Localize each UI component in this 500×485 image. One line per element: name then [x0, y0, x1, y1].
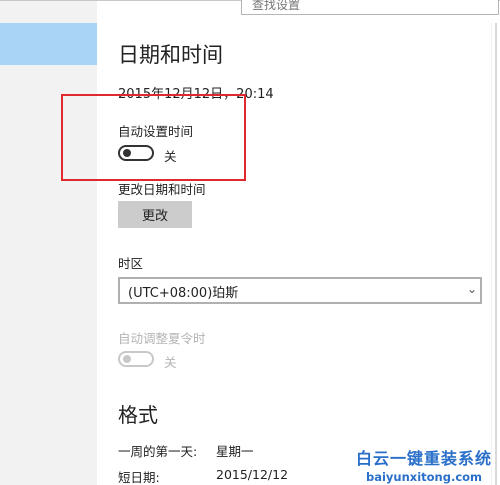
format-value: 星期一: [216, 444, 254, 459]
timezone-select[interactable]: (UTC+08:00)珀斯 ⌄: [118, 277, 482, 304]
watermark: 白云一键重装系统 baiyunxitong.com: [351, 445, 497, 484]
format-value: 2015/12/12: [216, 467, 289, 482]
highlight-box: [61, 94, 246, 181]
scrollbar-thumb[interactable]: [495, 23, 497, 485]
sidebar-item-date-time-selected[interactable]: [0, 23, 97, 65]
dst-toggle[interactable]: [118, 351, 154, 367]
page-title: 日期和时间: [118, 43, 223, 67]
watermark-text-en: baiyunxitong.com: [365, 470, 483, 484]
timezone-value: (UTC+08:00)珀斯: [128, 286, 239, 301]
format-key: 短日期:: [118, 470, 160, 485]
change-datetime-label: 更改日期和时间: [118, 182, 206, 197]
change-button[interactable]: 更改: [118, 201, 192, 228]
toggle-knob: [123, 355, 131, 363]
timezone-label: 时区: [118, 256, 144, 271]
dst-state: 关: [164, 355, 177, 370]
settings-window: 日期和时间 2015年12月12日，20:14 自动设置时间 关 更改日期和时间…: [0, 0, 500, 485]
watermark-text-cn: 白云一键重装系统: [355, 449, 492, 468]
sidebar: [0, 1, 97, 485]
format-key: 一周的第一天:: [118, 444, 198, 459]
search-input[interactable]: [242, 0, 498, 14]
format-section-title: 格式: [118, 403, 158, 427]
chevron-down-icon: ⌄: [466, 282, 477, 296]
scrollbar[interactable]: [491, 23, 500, 485]
dst-label: 自动调整夏令时: [118, 331, 206, 346]
search-box[interactable]: [241, 0, 499, 15]
